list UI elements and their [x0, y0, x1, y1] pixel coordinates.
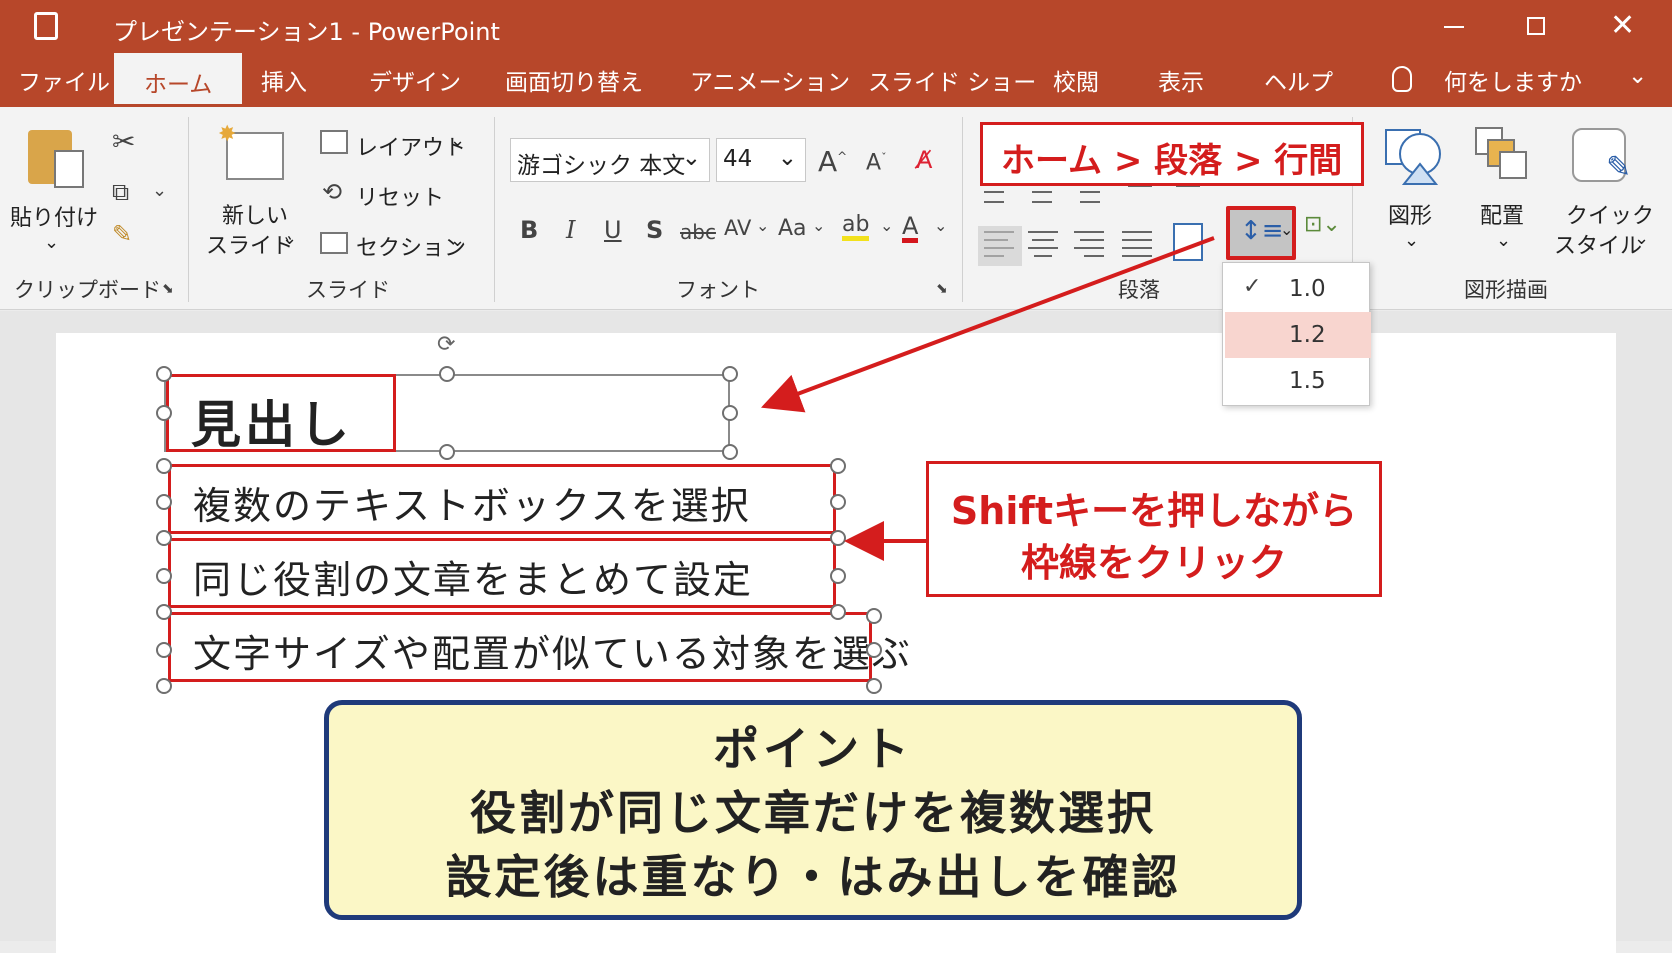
line-spacing-option-label: 1.2 — [1289, 322, 1326, 348]
line-spacing-option-label: 1.0 — [1289, 276, 1326, 302]
checkmark-icon: ✓ — [1243, 274, 1262, 299]
point-line2: 設定後は重なり・はみ出しを確認 — [445, 850, 1181, 904]
shift-callout: Shiftキーを押しながら 枠線をクリック — [926, 461, 1382, 597]
point-title: ポイント — [713, 722, 913, 776]
point-line1: 役割が同じ文章だけを複数選択 — [470, 786, 1156, 840]
point-box: ポイント 役割が同じ文章だけを複数選択 設定後は重なり・はみ出しを確認 — [324, 700, 1302, 920]
path-callout: ホーム > 段落 > 行間 — [980, 122, 1364, 186]
path-callout-text: ホーム > 段落 > 行間 — [1001, 141, 1343, 181]
line-spacing-option-1-2[interactable]: 1.2 — [1225, 312, 1371, 358]
shift-callout-line1: Shiftキーを押しながら — [950, 489, 1358, 533]
line-spacing-option-label: 1.5 — [1289, 368, 1326, 394]
shift-callout-line2: 枠線をクリック — [1020, 541, 1287, 585]
line-spacing-option-1-0[interactable]: ✓ 1.0 — [1225, 266, 1371, 312]
line-spacing-option-1-5[interactable]: 1.5 — [1225, 358, 1371, 404]
